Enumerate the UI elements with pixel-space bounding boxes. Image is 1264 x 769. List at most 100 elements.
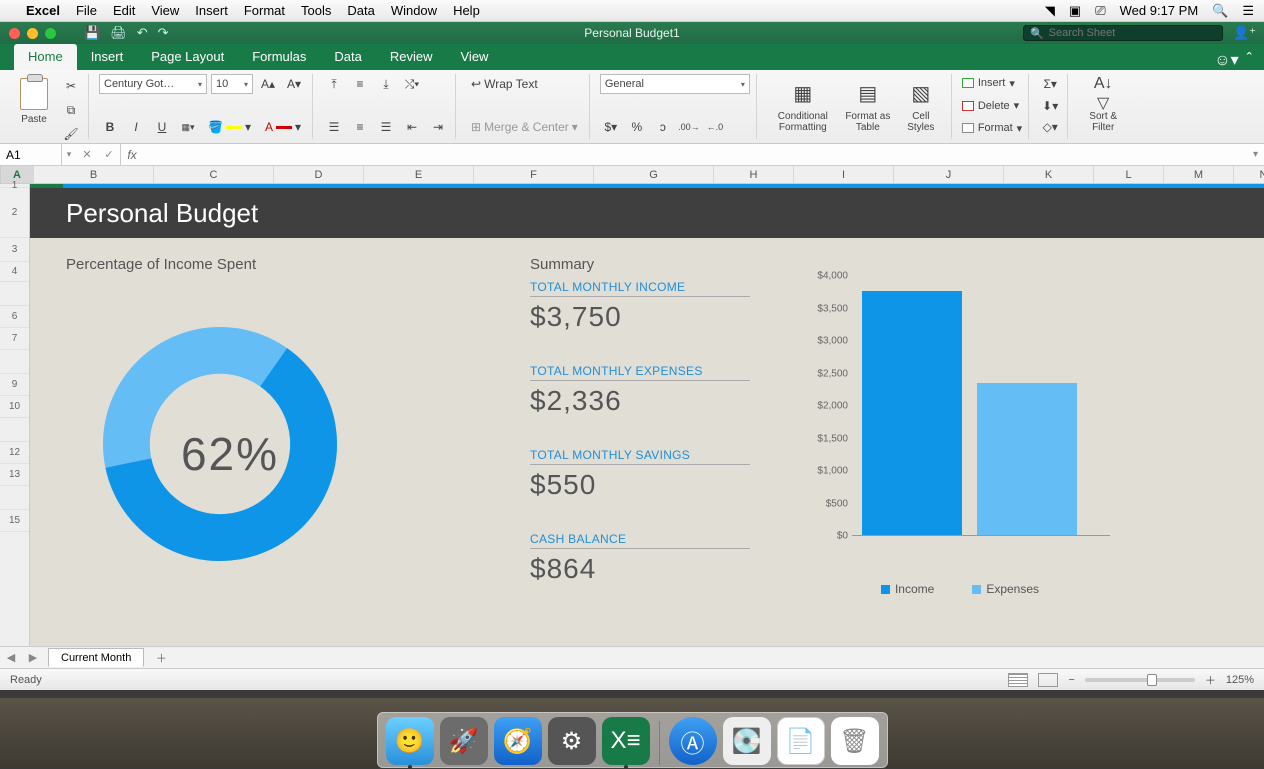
merge-center-button[interactable]: ⊞ Merge & Center ▾ [466, 117, 583, 137]
font-name-dropdown[interactable]: Century Got… [99, 74, 207, 94]
row-header[interactable] [0, 350, 29, 374]
decrease-font-button[interactable]: A▾ [283, 74, 305, 94]
col-header-C[interactable]: C [154, 166, 274, 183]
comma-button[interactable]: ↄ [652, 117, 674, 137]
col-header-K[interactable]: K [1004, 166, 1094, 183]
sheet-tab-current-month[interactable]: Current Month [48, 648, 144, 667]
share-button[interactable]: 👤⁺ [1233, 25, 1256, 41]
window-minimize-button[interactable] [27, 28, 38, 39]
row-header[interactable] [0, 418, 29, 442]
col-header-D[interactable]: D [274, 166, 364, 183]
qat-undo-icon[interactable]: ↶ [137, 25, 148, 41]
row-header[interactable]: 12 [0, 442, 29, 464]
paste-button[interactable]: Paste [12, 74, 56, 127]
menu-edit[interactable]: Edit [113, 3, 135, 18]
increase-font-button[interactable]: A▴ [257, 74, 279, 94]
font-color-button[interactable]: A▾ [260, 117, 306, 137]
delete-cells-button[interactable]: Delete ▾ [962, 97, 1022, 115]
statusitem-icon[interactable]: ◥ [1045, 3, 1055, 19]
italic-button[interactable]: I [125, 117, 147, 137]
dock-document-icon[interactable]: 📄 [777, 717, 825, 765]
fill-color-button[interactable]: 🪣▾ [203, 117, 256, 137]
align-top-button[interactable]: ⤒ [323, 74, 345, 94]
clear-button[interactable]: ◇▾ [1039, 117, 1061, 137]
autosum-button[interactable]: Σ▾ [1039, 74, 1061, 94]
qat-save-icon[interactable]: 💾 [84, 25, 100, 41]
dock-excel-icon[interactable]: X≡ [602, 717, 650, 765]
tab-page-layout[interactable]: Page Layout [137, 44, 238, 70]
row-header[interactable]: 10 [0, 396, 29, 418]
row-header[interactable]: 7 [0, 328, 29, 350]
increase-decimal-button[interactable]: .00→ [678, 117, 700, 137]
col-header-H[interactable]: H [714, 166, 794, 183]
cell-styles-button[interactable]: ▧Cell Styles [897, 74, 945, 137]
col-header-J[interactable]: J [894, 166, 1004, 183]
currency-button[interactable]: $▾ [600, 117, 622, 137]
row-header[interactable]: 3 [0, 238, 29, 262]
menu-window[interactable]: Window [391, 3, 437, 18]
font-size-dropdown[interactable]: 10 [211, 74, 253, 94]
tab-home[interactable]: Home [14, 44, 77, 70]
number-format-dropdown[interactable]: General [600, 74, 750, 94]
row-header[interactable] [0, 282, 29, 306]
align-right-button[interactable]: ☰ [375, 117, 397, 137]
dock-appstore-icon[interactable]: Ⓐ [669, 717, 717, 765]
spotlight-icon[interactable]: 🔍 [1212, 3, 1228, 19]
tab-insert[interactable]: Insert [77, 44, 138, 70]
zoom-slider[interactable] [1085, 678, 1195, 682]
name-box[interactable]: A1 [0, 144, 62, 165]
insert-cells-button[interactable]: Insert ▾ [962, 74, 1022, 92]
decrease-decimal-button[interactable]: ←.0 [704, 117, 726, 137]
col-header-M[interactable]: M [1164, 166, 1234, 183]
sheet-canvas[interactable]: Personal Budget Percentage of Income Spe… [30, 184, 1264, 646]
menu-file[interactable]: File [76, 3, 97, 18]
statusitem-icon[interactable]: ⎚ [1095, 3, 1105, 19]
fill-button[interactable]: ⬇▾ [1039, 96, 1061, 116]
menu-format[interactable]: Format [244, 3, 285, 18]
row-header[interactable]: 9 [0, 374, 29, 396]
row-header[interactable]: 2 [0, 188, 29, 238]
menubar-clock[interactable]: Wed 9:17 PM [1120, 3, 1199, 18]
border-button[interactable]: ▦▾ [177, 117, 199, 137]
menu-tools[interactable]: Tools [301, 3, 331, 18]
col-header-I[interactable]: I [794, 166, 894, 183]
row-header[interactable] [0, 486, 29, 510]
normal-view-button[interactable] [1008, 673, 1028, 687]
increase-indent-button[interactable]: ⇥ [427, 117, 449, 137]
col-header-G[interactable]: G [594, 166, 714, 183]
add-sheet-button[interactable]: ＋ [152, 650, 170, 666]
align-middle-button[interactable]: ≡ [349, 74, 371, 94]
row-header[interactable]: 13 [0, 464, 29, 486]
notification-center-icon[interactable]: ☰ [1242, 3, 1254, 19]
app-menu[interactable]: Excel [26, 3, 60, 18]
page-layout-view-button[interactable] [1038, 673, 1058, 687]
search-input[interactable] [1049, 27, 1199, 39]
col-header-N[interactable]: N [1234, 166, 1264, 183]
fx-icon[interactable]: fx [121, 148, 143, 162]
menu-data[interactable]: Data [347, 3, 374, 18]
qat-redo-icon[interactable]: ↷ [158, 25, 169, 41]
expand-formula-bar[interactable]: ▾ [1253, 149, 1264, 160]
format-painter-button[interactable]: 🖌 [60, 124, 82, 144]
prev-sheet-button[interactable]: ◀ [0, 651, 22, 664]
smiley-feedback-icon[interactable]: ☺▾ [1214, 50, 1238, 70]
enter-formula-button[interactable]: ✓ [98, 148, 120, 161]
window-zoom-button[interactable] [45, 28, 56, 39]
statusitem-icon[interactable]: ▣ [1069, 3, 1081, 19]
align-center-button[interactable]: ≡ [349, 117, 371, 137]
align-bottom-button[interactable]: ⤓ [375, 74, 397, 94]
dock-trash-icon[interactable]: 🗑 [831, 717, 879, 765]
zoom-in-button[interactable]: ＋ [1205, 672, 1216, 688]
menu-view[interactable]: View [151, 3, 179, 18]
format-cells-button[interactable]: Format ▾ [962, 119, 1022, 137]
menu-help[interactable]: Help [453, 3, 480, 18]
qat-print-icon[interactable]: 🖨 [110, 25, 127, 41]
tab-formulas[interactable]: Formulas [238, 44, 320, 70]
row-header[interactable]: 4 [0, 262, 29, 282]
tab-view[interactable]: View [447, 44, 503, 70]
cancel-formula-button[interactable]: ✕ [76, 148, 98, 161]
dock-launchpad-icon[interactable]: 🚀 [440, 717, 488, 765]
conditional-formatting-button[interactable]: ▦Conditional Formatting [767, 74, 839, 137]
tab-review[interactable]: Review [376, 44, 447, 70]
menu-insert[interactable]: Insert [195, 3, 228, 18]
